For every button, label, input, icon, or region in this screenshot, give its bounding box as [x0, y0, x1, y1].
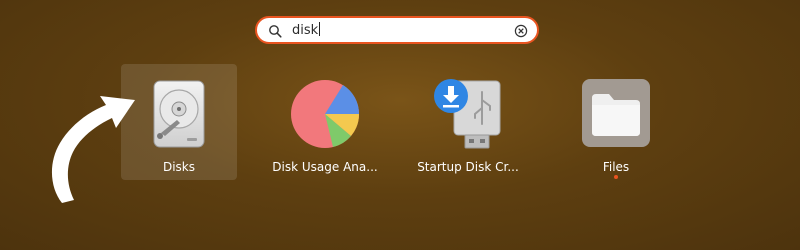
app-label: Files	[602, 160, 630, 174]
text-caret	[319, 22, 321, 36]
disks-icon	[153, 80, 205, 148]
app-disk-usage-analyzer[interactable]: Disk Usage Ana...	[267, 64, 383, 180]
clear-icon[interactable]	[514, 24, 528, 38]
running-indicator	[614, 175, 618, 179]
search-query: disk	[292, 23, 319, 38]
search-icon	[269, 25, 282, 38]
startup-disk-creator-icon	[434, 79, 501, 149]
app-label: Startup Disk Cr...	[417, 160, 519, 174]
search-bar[interactable]: disk	[255, 16, 539, 44]
app-label: Disk Usage Ana...	[272, 160, 378, 174]
curved-arrow-icon	[51, 96, 135, 203]
disk-usage-analyzer-icon	[291, 80, 360, 148]
app-files[interactable]: Files	[558, 64, 674, 180]
files-icon	[582, 79, 650, 147]
app-startup-disk-creator[interactable]: Startup Disk Cr...	[410, 64, 526, 180]
search-input[interactable]: disk	[292, 22, 321, 40]
